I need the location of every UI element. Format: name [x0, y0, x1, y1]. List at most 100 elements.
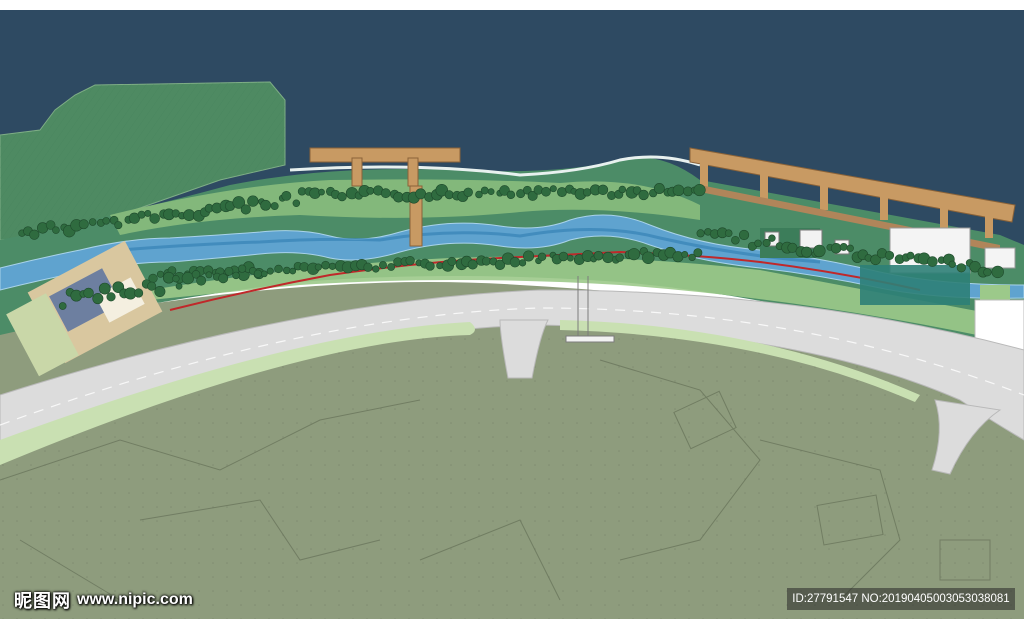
tree	[232, 271, 240, 280]
tree	[738, 229, 750, 241]
tree	[754, 239, 762, 248]
tree	[172, 275, 180, 283]
tree	[292, 199, 301, 208]
tree	[813, 244, 826, 258]
tree	[444, 190, 454, 200]
tree	[337, 191, 347, 202]
tree	[88, 218, 97, 226]
tree	[566, 254, 574, 262]
tree	[149, 213, 160, 224]
tree	[260, 199, 272, 211]
tree	[537, 252, 547, 261]
tree	[846, 244, 854, 252]
tree	[366, 186, 375, 195]
tree	[884, 250, 895, 260]
tree	[481, 256, 491, 266]
tree	[425, 261, 435, 271]
tree	[480, 186, 489, 195]
site-plan-canvas: 昵图网 www.nipic.com ID:27791547 NO:2019040…	[0, 0, 1024, 619]
tree	[379, 261, 387, 270]
tree	[768, 234, 776, 242]
tree	[283, 266, 291, 275]
tree	[487, 188, 495, 195]
tree	[615, 253, 624, 262]
tree	[983, 268, 992, 277]
tree	[839, 243, 848, 251]
tree	[266, 267, 274, 275]
tree	[602, 251, 614, 264]
tree	[541, 186, 551, 197]
tree	[801, 246, 813, 258]
tree	[447, 256, 457, 266]
tree	[137, 210, 146, 219]
tree	[522, 250, 535, 262]
tree	[281, 190, 292, 201]
tree	[321, 260, 330, 270]
tree	[509, 257, 521, 268]
tree	[618, 185, 627, 194]
tree	[927, 256, 938, 267]
tree	[247, 195, 259, 207]
tree	[253, 269, 263, 278]
riverfront-site-plan	[0, 0, 1024, 619]
tree	[519, 259, 527, 267]
tree	[218, 273, 229, 284]
tree	[83, 287, 94, 299]
tree	[58, 302, 67, 310]
tree	[175, 282, 183, 290]
tree	[98, 282, 111, 295]
tree	[693, 183, 706, 197]
tree	[154, 286, 166, 298]
watermark-brand-name: 昵图网	[14, 591, 71, 612]
tree	[270, 202, 279, 211]
watermark-brand: 昵图网 www.nipic.com	[14, 588, 193, 612]
tree	[549, 185, 557, 193]
watermark-id: ID:27791547 NO:20190405003053038081	[787, 588, 1015, 610]
tree	[183, 209, 195, 221]
tree	[582, 188, 592, 197]
watermark-url: www.nipic.com	[77, 591, 193, 608]
tree	[52, 226, 60, 234]
tree	[260, 270, 268, 278]
tree	[274, 264, 283, 274]
top-border	[0, 0, 1024, 10]
tree	[134, 288, 144, 298]
tree	[92, 293, 104, 305]
tree	[144, 209, 152, 217]
tree	[653, 183, 665, 194]
tree	[380, 188, 391, 199]
tree	[147, 281, 157, 291]
tree	[328, 262, 337, 270]
tree	[240, 204, 251, 215]
tree	[696, 229, 705, 238]
tree	[78, 219, 89, 230]
tree	[948, 260, 956, 268]
tree	[627, 248, 641, 261]
tree	[693, 248, 703, 258]
tree	[372, 265, 380, 273]
tree	[956, 263, 966, 273]
tree	[724, 229, 733, 237]
tree	[29, 229, 40, 240]
tree	[638, 189, 649, 201]
tree	[102, 217, 110, 225]
tree	[830, 243, 842, 254]
tree	[681, 251, 689, 258]
tree	[314, 263, 322, 271]
tree	[318, 188, 325, 196]
tree	[237, 264, 247, 273]
tree	[106, 292, 116, 302]
tree	[463, 187, 473, 197]
tree	[387, 263, 396, 271]
tree	[114, 221, 123, 230]
tree	[593, 250, 604, 261]
tree	[642, 251, 655, 265]
tree	[205, 271, 213, 279]
tree	[991, 265, 1004, 279]
tree	[405, 255, 415, 266]
tree	[196, 275, 207, 286]
tree	[156, 270, 165, 278]
tree	[731, 235, 740, 245]
tree	[906, 251, 915, 260]
tree	[597, 184, 609, 196]
